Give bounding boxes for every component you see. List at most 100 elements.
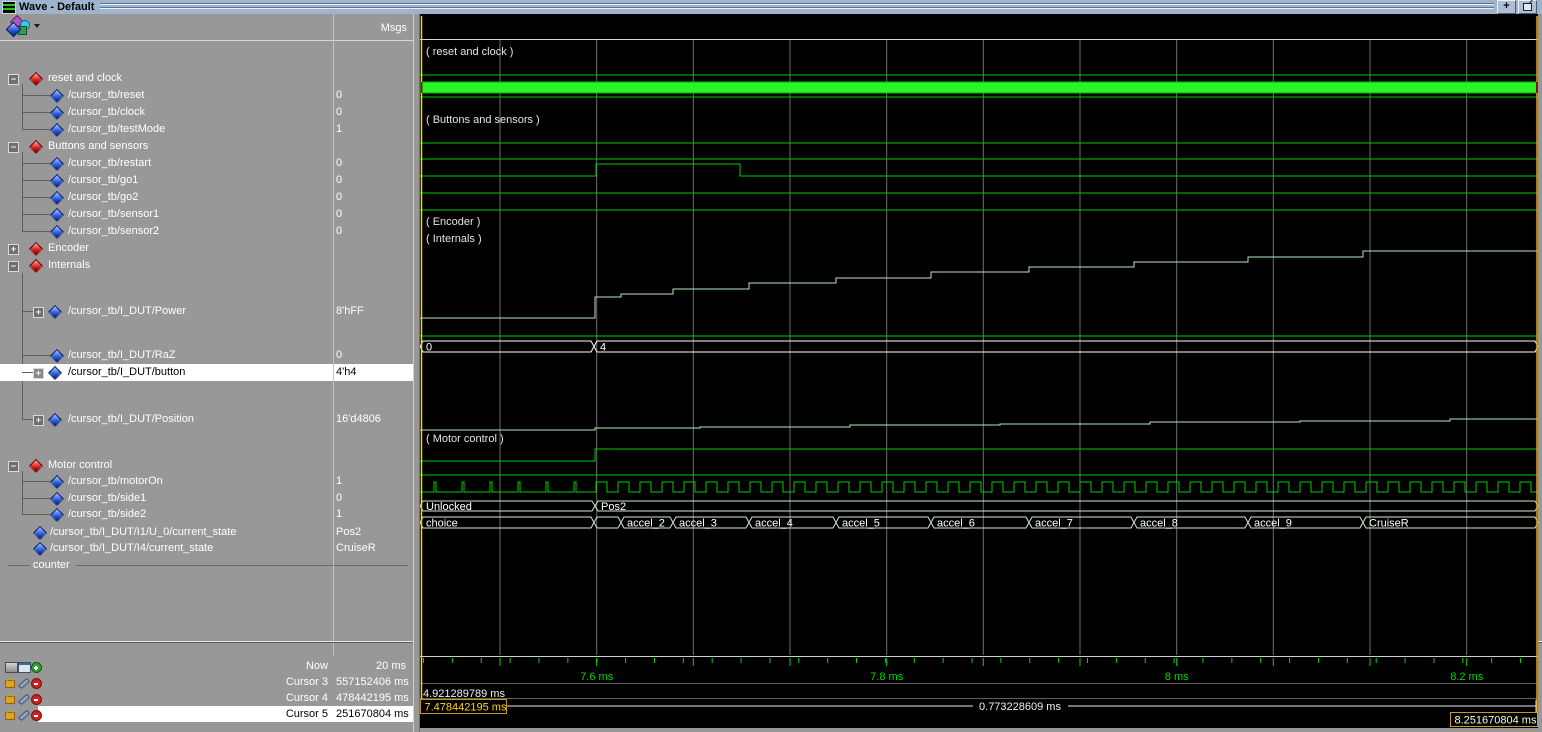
tree-group-row[interactable]: −Motor control	[0, 457, 413, 474]
tree-signal-row[interactable]: /cursor_tb/I_DUT/I1/U_0/current_statePos…	[0, 524, 413, 541]
signal-diamond-icon	[50, 191, 64, 205]
tree-signal-row[interactable]: +/cursor_tb/I_DUT/Power8'hFF	[0, 303, 413, 320]
wrench-icon[interactable]	[18, 708, 29, 720]
group-name: Buttons and sensors	[48, 138, 148, 155]
group-name: reset and clock	[48, 70, 122, 87]
remove-icon[interactable]	[31, 694, 42, 705]
expand-toggle[interactable]: −	[8, 74, 19, 85]
tree-signal-row[interactable]: /cursor_tb/sensor20	[0, 223, 413, 240]
group-diamond-icon	[29, 242, 43, 256]
expand-toggle[interactable]: +	[33, 307, 44, 318]
signal-diamond-icon	[50, 225, 64, 239]
cursor4-line-over-clock	[421, 82, 423, 93]
group-diamond-icon	[29, 72, 43, 86]
signal-diamond-icon	[50, 349, 64, 363]
cursor-row[interactable]: Cursor 5251670804 ms	[0, 706, 413, 722]
delta-readout: 0.773228609 ms	[979, 701, 1061, 713]
panel-splitter[interactable]	[413, 14, 420, 732]
tree-signal-row[interactable]: /cursor_tb/go20	[0, 189, 413, 206]
cursor-row[interactable]: Cursor 3557152406 ms	[0, 674, 413, 690]
tree-signal-row[interactable]: /cursor_tb/side10	[0, 490, 413, 507]
waveform-canvas[interactable]: ( reset and clock )( Buttons and sensors…	[420, 14, 1538, 728]
tree-signal-row[interactable]: +/cursor_tb/I_DUT/Position16'd4806	[0, 411, 413, 428]
tree-signal-row[interactable]: /cursor_tb/I_DUT/I4/current_stateCruiseR	[0, 540, 413, 557]
signal-tree: − reset and clock/cursor_tb/reset0/cursor…	[0, 41, 413, 655]
tree-group-row[interactable]: −Internals	[0, 257, 413, 274]
signal-value: 0	[336, 155, 342, 172]
items-icon[interactable]	[5, 662, 18, 673]
tree-divider-row[interactable]: counter	[0, 557, 413, 574]
wave-window: Wave - Default + Msgs −reset and clock/c…	[0, 0, 1542, 732]
column-separator[interactable]	[333, 14, 334, 655]
expand-toggle[interactable]: −	[8, 142, 19, 153]
cursor5-readout: 8.251670804 ms	[1455, 715, 1537, 727]
add-items-dropdown-icon[interactable]	[6, 16, 46, 38]
tree-connector-stub	[22, 129, 50, 130]
tree-signal-row[interactable]: /cursor_tb/motorOn1	[0, 473, 413, 490]
zoom-plus-button[interactable]: +	[1497, 0, 1516, 14]
tree-signal-row[interactable]: /cursor_tb/I_DUT/RaZ0	[0, 347, 413, 364]
waveform-svg[interactable]: ( reset and clock )( Buttons and sensors…	[420, 14, 1538, 728]
tree-connector-stub	[22, 95, 50, 96]
signal-value: 0	[336, 490, 342, 507]
signal-name: /cursor_tb/I_DUT/button	[68, 364, 185, 381]
signal-value: 0	[336, 172, 342, 189]
wrench-icon[interactable]	[18, 676, 29, 688]
expand-toggle[interactable]: +	[8, 244, 19, 255]
cursor-row[interactable]: Now20 ms	[0, 658, 413, 674]
wrench-icon[interactable]	[18, 692, 29, 704]
wave-bus-I4-current_state-value: accel_3	[679, 518, 717, 530]
tree-connector-stub	[22, 112, 50, 113]
signal-panel: Msgs − reset and clock/cursor_tb/reset0/c…	[0, 14, 413, 732]
cursor-row-label: Now	[306, 658, 328, 674]
remove-icon[interactable]	[31, 710, 42, 721]
signal-diamond-icon	[50, 89, 64, 103]
win-icon[interactable]	[18, 662, 31, 673]
tree-signal-row[interactable]: /cursor_tb/clock0	[0, 104, 413, 121]
expand-toggle[interactable]: −	[8, 461, 19, 472]
signal-name: /cursor_tb/I_DUT/Power	[68, 303, 186, 320]
lock-icon[interactable]	[5, 696, 15, 704]
lock-icon[interactable]	[5, 680, 15, 688]
wave-group-label-internals: ( Internals )	[426, 233, 482, 245]
ruler-label: 8 ms	[1165, 671, 1189, 683]
cursor3-readout: 4.921289789 ms	[423, 688, 505, 700]
wave-bus-I4-current_state-value: choice	[426, 518, 458, 530]
tree-signal-row[interactable]: /cursor_tb/testMode1	[0, 121, 413, 138]
tree-signal-row[interactable]: /cursor_tb/sensor10	[0, 206, 413, 223]
undock-button[interactable]	[1518, 0, 1537, 14]
tree-signal-row[interactable]: /cursor_tb/reset0	[0, 87, 413, 104]
tree-group-row[interactable]: − Buttons and sensors	[0, 138, 413, 155]
tree-group-row[interactable]: − reset and clock	[0, 70, 413, 87]
lock-icon[interactable]	[5, 712, 15, 720]
wave-bus-U_0-current_state-value: Unlocked	[426, 501, 472, 513]
tree-group-row[interactable]: + Encoder	[0, 240, 413, 257]
tree-connector-stub	[22, 231, 50, 232]
tree-signal-row[interactable]: +/cursor_tb/I_DUT/button4'h4	[0, 364, 413, 381]
titlebar-grip[interactable]	[100, 2, 1494, 11]
msgs-column-header: Msgs	[381, 22, 407, 34]
wave-bus-I4-current_state-value: accel_5	[842, 518, 880, 530]
tree-signal-row[interactable]: /cursor_tb/side21	[0, 506, 413, 523]
expand-toggle[interactable]: +	[33, 415, 44, 426]
wave-bus-U_0-current_state-segment	[595, 501, 1538, 511]
divider-line	[8, 565, 30, 566]
cursor4-readout: 7.478442195 ms	[425, 702, 507, 714]
remove-icon[interactable]	[31, 678, 42, 689]
signal-value: 0	[336, 87, 342, 104]
cursor-row[interactable]: Cursor 4478442195 ms	[0, 690, 413, 706]
group-name: Encoder	[48, 240, 89, 257]
expand-toggle[interactable]: +	[33, 368, 44, 379]
add-icon[interactable]	[31, 662, 42, 673]
expand-toggle[interactable]: −	[8, 261, 19, 272]
tree-signal-row[interactable]: /cursor_tb/go1 0	[0, 172, 413, 189]
tree-connector-stub	[22, 180, 50, 181]
signal-diamond-icon	[50, 475, 64, 489]
tree-signal-row[interactable]: /cursor_tb/restart0	[0, 155, 413, 172]
dropdown-arrow-icon	[34, 24, 40, 28]
signal-value: Pos2	[336, 524, 361, 541]
signal-name: /cursor_tb/sensor1	[68, 206, 159, 223]
signal-name: /cursor_tb/go1	[68, 172, 138, 189]
signal-diamond-icon	[50, 208, 64, 222]
divider-line	[76, 565, 408, 566]
